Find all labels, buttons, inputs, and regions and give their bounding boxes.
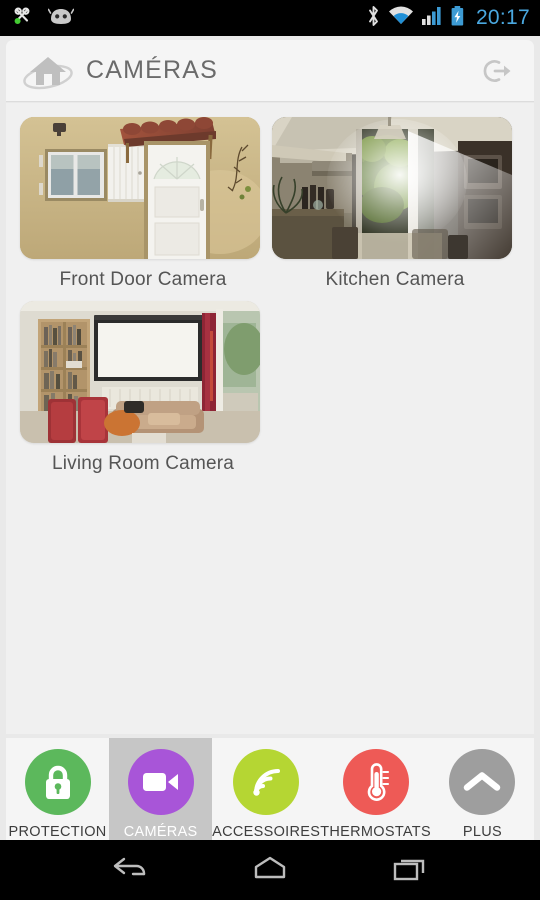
camera-thumbnail[interactable] [20,117,260,259]
camera-label: Front Door Camera [59,269,227,290]
recents-button[interactable] [365,845,455,895]
lock-icon [24,749,91,815]
app-window: CAMÉRAS Front Door Camera Kitchen Camera… [0,36,540,860]
camera-card[interactable]: Living Room Camera [20,301,266,475]
cyanogenmod-knot-icon [10,4,34,33]
bluetooth-icon [366,5,381,32]
camera-thumbnail[interactable] [272,117,512,259]
camera-list-scroll-area[interactable]: Front Door Camera Kitchen Camera Living … [6,103,534,734]
back-button[interactable] [85,845,175,895]
battery-charging-icon [450,5,465,32]
wifi-icon [388,5,414,31]
home-icon [248,853,292,888]
front-door-scene-image [20,117,260,259]
back-arrow-icon [108,853,152,888]
camera-thumbnail[interactable] [20,301,260,443]
phone-screen: 20:17 CAMÉRAS Front Door Camera Kitchen … [0,0,540,900]
app-header: CAMÉRAS [6,40,534,102]
cellular-signal-icon [421,5,443,31]
thermometer-icon [342,749,409,815]
home-button[interactable] [225,845,315,895]
camera-grid: Front Door Camera Kitchen Camera Living … [6,103,534,485]
status-bar-clock: 20:17 [475,6,530,29]
recents-icon [388,853,432,888]
status-bar-notifications [10,4,75,33]
logout-icon[interactable] [478,54,516,88]
camcorder-icon [127,749,194,815]
camera-card[interactable]: Kitchen Camera [272,117,518,291]
camera-label: Kitchen Camera [325,269,465,290]
tab-label: THERMOSTATS [320,824,431,840]
tab-label: ACCESSOIRES [212,824,321,840]
page-title: CAMÉRAS [86,56,219,84]
tab-label: CAMÉRAS [123,824,198,840]
living-room-scene-image [20,301,260,443]
signal-waves-icon [233,749,300,815]
camera-card[interactable]: Front Door Camera [20,117,266,291]
chevron-up-icon [449,749,516,815]
tab-label: PROTECTION [8,824,107,840]
camera-label: Living Room Camera [51,453,235,474]
tab-label: PLUS [462,824,503,840]
status-bar-system-icons: 20:17 [366,5,530,32]
android-navigation-bar [0,840,540,900]
cyanogenmod-cid-icon [47,6,75,31]
status-bar: 20:17 [0,0,540,36]
house-orbit-logo-icon [22,50,74,92]
kitchen-scene-image [272,117,512,259]
